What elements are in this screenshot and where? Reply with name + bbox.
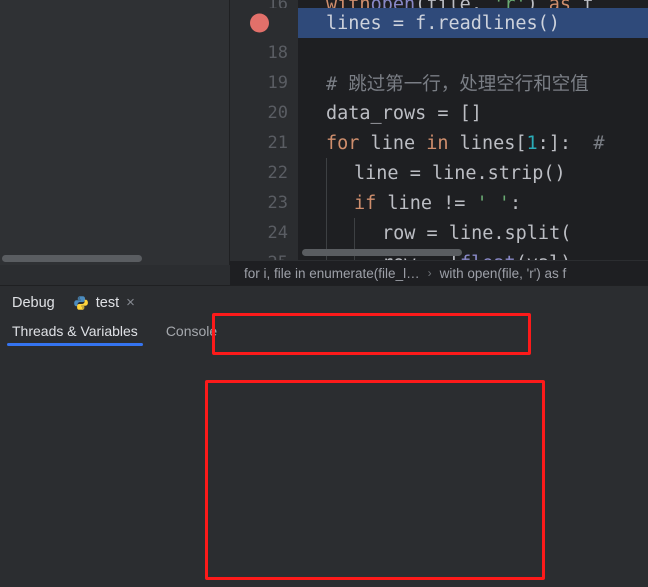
breadcrumb-item-with-open[interactable]: with open(file, 'r') as f <box>440 266 567 281</box>
line-number-22[interactable]: 22 <box>230 158 298 188</box>
run-configuration-tab-test[interactable]: test × <box>73 295 135 311</box>
indent-guide <box>326 188 327 218</box>
line-number-16[interactable]: 16 <box>230 0 298 8</box>
indent-guide <box>326 218 327 248</box>
tab-threads-variables[interactable]: Threads & Variables <box>7 319 143 349</box>
ide-window: 16with open(file, 'r') as flines = f.rea… <box>0 0 648 587</box>
code-line-19[interactable]: 19 # 跳过第一行，处理空行和空值 <box>230 68 648 98</box>
code-line-22[interactable]: 22 line = line.strip() <box>230 158 648 188</box>
editor-horizontal-scrollbar[interactable] <box>302 249 462 256</box>
code-line-24[interactable]: 24 row = line.split( <box>230 218 648 248</box>
left-tool-panel <box>0 0 230 265</box>
run-tab-label: test <box>95 294 120 311</box>
line-number-24[interactable]: 24 <box>230 218 298 248</box>
debug-panel-title: Debug <box>12 294 55 311</box>
code-line-16[interactable]: 16with open(file, 'r') as f <box>230 0 648 8</box>
debug-sub-tabs: Threads & Variables Console <box>0 319 648 349</box>
line-number-19[interactable]: 19 <box>230 68 298 98</box>
code-line-23[interactable]: 23 if line != ' ': <box>230 188 648 218</box>
debug-panel-header: Debug test × <box>0 286 648 319</box>
tab-console[interactable]: Console <box>166 319 217 349</box>
breadcrumb-item-for-loop[interactable]: for i, file in enumerate(file_l… <box>244 266 420 281</box>
indent-guide <box>326 158 327 188</box>
code-line-17[interactable]: lines = f.readlines() <box>230 8 648 38</box>
code-line-text <box>298 38 648 68</box>
code-line-20[interactable]: 20 data_rows = [] <box>230 98 648 128</box>
line-number-23[interactable]: 23 <box>230 188 298 218</box>
breakpoint-gutter-line-17[interactable] <box>230 8 298 38</box>
editor-area: 16with open(file, 'r') as flines = f.rea… <box>0 0 648 285</box>
code-line-text: with open(file, 'r') as f <box>298 0 648 8</box>
line-number-21[interactable]: 21 <box>230 128 298 158</box>
code-line-text: row = line.split( <box>382 222 572 244</box>
line-number-25[interactable]: 25 <box>230 248 298 260</box>
code-line-text: if line != ' ': <box>354 192 522 214</box>
line-number-20[interactable]: 20 <box>230 98 298 128</box>
python-icon <box>73 295 89 311</box>
code-editor[interactable]: 16with open(file, 'r') as f lines = f.rea… <box>230 0 648 260</box>
breakpoint-icon[interactable] <box>250 13 269 33</box>
left-panel-horizontal-scrollbar[interactable] <box>2 255 142 262</box>
code-line-21[interactable]: 21 for line in lines[1:]: # <box>230 128 648 158</box>
code-line-text: data_rows = [] <box>326 102 482 124</box>
close-icon[interactable]: × <box>126 295 135 310</box>
indent-guide <box>354 218 355 248</box>
code-line-text: for line in lines[1:]: # <box>326 132 605 154</box>
chevron-right-icon: › <box>427 266 432 280</box>
code-line-text: lines = f.readlines() <box>326 12 560 34</box>
code-line-text: # 跳过第一行，处理空行和空值 <box>326 74 589 95</box>
breadcrumb: for i, file in enumerate(file_l… › with … <box>230 260 648 285</box>
code-line-text: line = line.strip() <box>354 162 566 184</box>
code-line-18[interactable]: 18 <box>230 38 648 68</box>
line-number-18[interactable]: 18 <box>230 38 298 68</box>
debug-panel: Debug test × Threads & Variables Console <box>0 285 648 587</box>
